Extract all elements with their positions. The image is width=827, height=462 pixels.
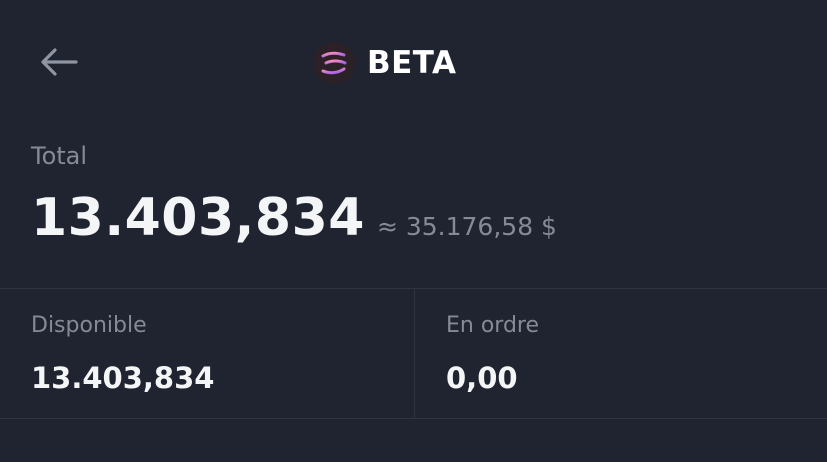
in-order-label: En ordre xyxy=(446,313,540,338)
total-fiat-value: ≈ 35.176,58 $ xyxy=(376,212,557,241)
total-label: Total xyxy=(31,142,88,170)
available-label: Disponible xyxy=(31,313,147,338)
back-button[interactable] xyxy=(36,44,80,80)
coin-title: BETA xyxy=(313,40,457,86)
arrow-left-icon xyxy=(41,48,78,76)
available-value: 13.403,834 xyxy=(31,361,215,395)
coin-name: BETA xyxy=(367,45,457,81)
total-balance-row: 13.403,834 ≈ 35.176,58 $ xyxy=(31,188,557,248)
beta-coin-logo-icon xyxy=(313,42,355,84)
total-balance-value: 13.403,834 xyxy=(31,188,365,248)
header-bar: BETA xyxy=(0,0,827,128)
column-divider xyxy=(414,289,415,418)
section-divider-bottom xyxy=(0,418,827,419)
in-order-value: 0,00 xyxy=(446,361,518,395)
